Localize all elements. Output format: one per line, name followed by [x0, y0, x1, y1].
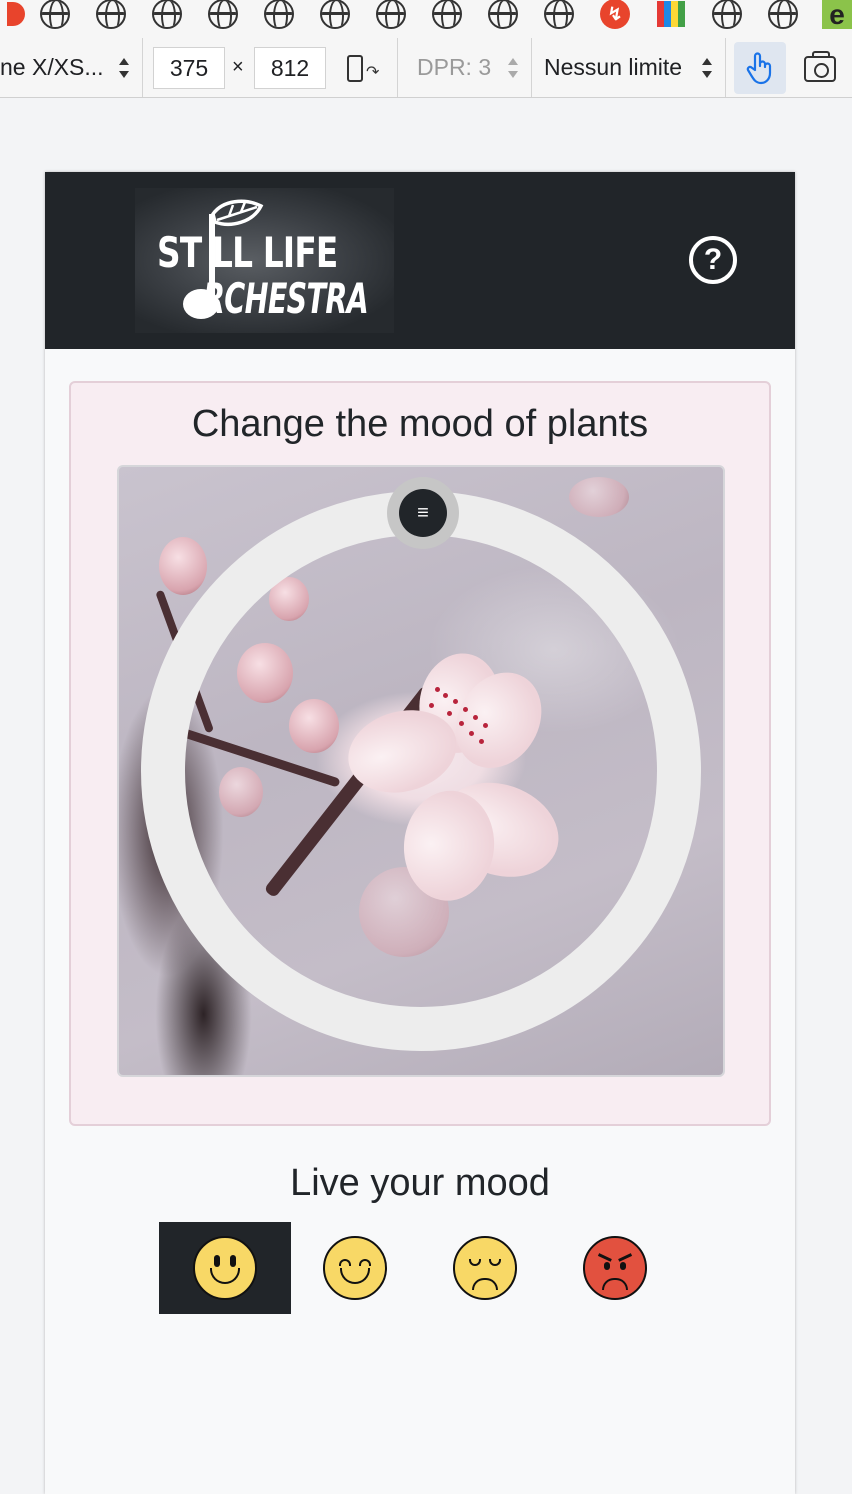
globe-icon[interactable]	[711, 0, 743, 29]
rotate-arrow-icon: ↷	[366, 64, 380, 81]
sad-face-icon	[453, 1236, 517, 1300]
height-input[interactable]: 812	[254, 47, 326, 89]
cloud-icon[interactable]	[0, 0, 32, 28]
device-select-arrows-icon	[119, 58, 129, 78]
app-logo[interactable]: ST LL LIFE RCHESTRA	[135, 188, 394, 333]
globe-icon[interactable]	[431, 0, 463, 29]
e-icon[interactable]: e	[821, 0, 852, 29]
globe-icon[interactable]	[319, 0, 351, 29]
dimension-separator: ×	[232, 56, 244, 78]
dpr-select[interactable]: DPR: 3	[417, 54, 491, 81]
smiling-face-icon	[323, 1236, 387, 1300]
mood-smiling-button[interactable]	[289, 1222, 421, 1314]
rotate-icon[interactable]	[347, 55, 363, 82]
globe-icon[interactable]	[263, 0, 295, 29]
mood-happy-button[interactable]	[159, 1222, 291, 1314]
touch-icon[interactable]	[734, 42, 786, 94]
globe-icon[interactable]	[95, 0, 127, 29]
mood-dial-ring[interactable]	[141, 491, 701, 1051]
globe-icon[interactable]	[543, 0, 575, 29]
throttle-select[interactable]: Nessun limite	[544, 54, 682, 81]
device-toolbar: ne X/XS... 375 × 812 DPR: 3 Nessun limit…	[0, 38, 852, 98]
mood-sad-button[interactable]	[419, 1222, 551, 1314]
throttle-arrows-icon	[702, 58, 712, 78]
device-select[interactable]: ne X/XS...	[0, 54, 104, 81]
screenshot-icon[interactable]	[804, 51, 836, 82]
width-input[interactable]: 375	[153, 47, 225, 89]
card-title: Change the mood of plants	[191, 403, 649, 445]
globe-icon[interactable]	[767, 0, 799, 29]
globe-icon[interactable]	[375, 0, 407, 29]
mood-title: Live your mood	[290, 1162, 550, 1204]
globe-icon[interactable]	[487, 0, 519, 29]
dial-knob-icon[interactable]: ≡	[399, 489, 447, 537]
globe-icon[interactable]	[151, 0, 183, 29]
globe-icon[interactable]	[39, 0, 71, 29]
globe-icon[interactable]	[207, 0, 239, 29]
device-viewport: ST LL LIFE RCHESTRA ? Change the mood of…	[45, 172, 795, 1494]
navbar: ST LL LIFE RCHESTRA ?	[45, 172, 795, 349]
plant-image: ≡	[117, 465, 725, 1077]
multicolor-icon[interactable]	[655, 0, 687, 28]
angry-face-icon	[583, 1236, 647, 1300]
logo-line-2: RCHESTRA	[203, 274, 369, 323]
mood-selector	[159, 1222, 679, 1314]
mood-angry-button[interactable]	[549, 1222, 681, 1314]
mood-plants-card: Change the mood of plants ≡	[69, 381, 771, 1126]
logo-line-1: ST LL LIFE	[157, 228, 338, 277]
dpr-arrows-icon	[508, 58, 518, 78]
help-icon[interactable]: ?	[689, 236, 737, 284]
happy-face-icon	[193, 1236, 257, 1300]
bookmarks-bar: ↯ e	[0, 0, 852, 38]
red-badge-icon[interactable]: ↯	[599, 0, 631, 29]
